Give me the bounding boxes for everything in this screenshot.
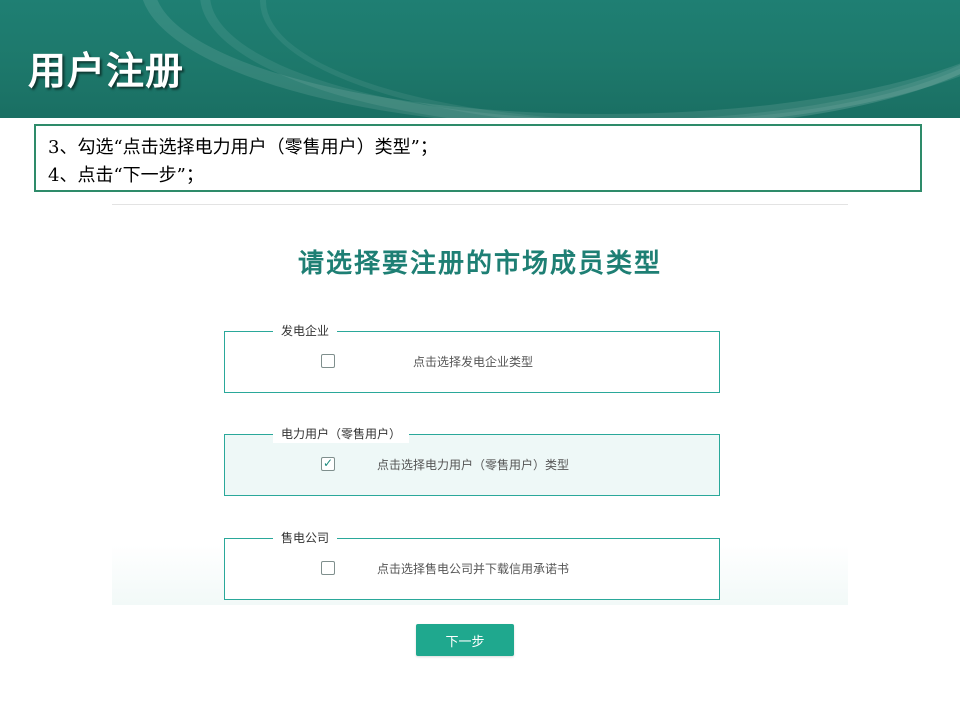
slide-header: 用户注册 xyxy=(0,0,960,118)
slide-title: 用户注册 xyxy=(28,49,185,93)
instruction-box: 3、勾选“点击选择电力用户（零售用户）类型”； 4、点击“下一步”； xyxy=(34,124,922,192)
option-power-user-retail[interactable]: 电力用户（零售用户） ✓ 点击选择电力用户（零售用户）类型 xyxy=(224,425,720,496)
option-legend: 售电公司 xyxy=(273,529,338,547)
option-label: 点击选择电力用户（零售用户）类型 xyxy=(376,458,569,472)
next-step-button[interactable]: 下一步 xyxy=(416,624,514,656)
option-legend: 发电企业 xyxy=(273,322,338,340)
option-label: 点击选择售电公司并下载信用承诺书 xyxy=(376,562,569,576)
page-title: 请选择要注册的市场成员类型 xyxy=(297,249,662,279)
option-electricity-retailer[interactable]: 售电公司 点击选择售电公司并下载信用承诺书 xyxy=(224,529,720,600)
option-legend: 电力用户（零售用户） xyxy=(273,425,410,443)
instruction-step-3: 3、勾选“点击选择电力用户（零售用户）类型”； xyxy=(48,137,438,158)
option-label: 点击选择发电企业类型 xyxy=(412,355,533,369)
option-power-generation[interactable]: 发电企业 点击选择发电企业类型 xyxy=(224,322,720,393)
instruction-step-4: 4、点击“下一步”； xyxy=(48,165,204,186)
